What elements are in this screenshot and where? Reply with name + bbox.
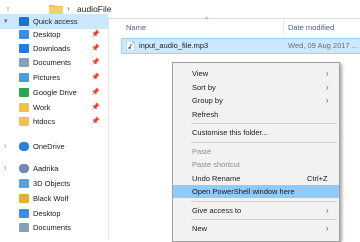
submenu-arrow-icon: › [326, 82, 329, 92]
menu-item-new[interactable]: New › [173, 222, 339, 235]
nav-item-desktop[interactable]: Desktop 📌 [0, 27, 108, 42]
folder-icon [19, 117, 29, 126]
submenu-arrow-icon: › [326, 96, 329, 105]
nav-item-desktop[interactable]: Desktop [0, 206, 108, 221]
submenu-arrow-icon: › [326, 205, 329, 215]
pin-icon: 📌 [91, 89, 100, 96]
menu-item-label: Group by [192, 96, 223, 105]
column-divider[interactable] [283, 21, 284, 34]
pin-icon: 📌 [91, 104, 100, 111]
column-header-bar: ^ Name Date modified [116, 17, 360, 37]
menu-item-give-access-to[interactable]: Give access to › [173, 204, 339, 217]
nav-item-label: Desktop [33, 209, 61, 218]
menu-separator [191, 123, 337, 124]
menu-item-label: Open PowerShell window here [192, 187, 295, 196]
nav-item-aadrika[interactable]: › Aadrika [0, 161, 108, 176]
menu-item-label: Refresh [192, 109, 219, 119]
menu-separator [191, 141, 337, 143]
nav-item-label: 3D Objects [33, 179, 71, 188]
file-name: input_audio_file.mp3 [139, 41, 209, 50]
folder-icon [49, 5, 63, 14]
chevron-icon[interactable]: › [4, 161, 6, 176]
menu-item-group-by[interactable]: Group by › [173, 94, 339, 107]
nav-item-onedrive[interactable]: › OneDrive [0, 139, 108, 154]
nav-item-3d-objects[interactable]: 3D Objects [0, 176, 108, 191]
menu-item-label: Sort by [192, 82, 216, 92]
nav-item-label: Black Wolf [33, 194, 69, 203]
star-icon [19, 17, 29, 26]
nav-item-google-drive[interactable]: Google Drive 📌 [0, 85, 108, 100]
menu-item-label: Undo Rename [192, 173, 241, 183]
nav-item-label: OneDrive [33, 142, 65, 151]
menu-item-open-powershell-window-here[interactable]: Open PowerShell window here [173, 185, 339, 198]
desktop-folder-icon [19, 209, 29, 218]
menu-item-undo-rename[interactable]: Undo Rename Ctrl+Z [173, 172, 339, 185]
menu-item-shortcut: Ctrl+Z [307, 173, 328, 183]
nav-item-pictures[interactable]: Pictures 📌 [0, 70, 108, 85]
nav-item-downloads[interactable]: Downloads 📌 [0, 41, 108, 56]
menu-separator [191, 200, 337, 202]
nav-item-documents[interactable]: Documents [0, 220, 108, 235]
nav-item-label: Desktop [33, 30, 61, 39]
nav-item-label: Downloads [33, 44, 71, 53]
menu-item-sort-by[interactable]: Sort by › [173, 81, 339, 94]
menu-item-label: View [192, 69, 209, 78]
pin-icon: 📌 [91, 118, 100, 125]
3d-objects-icon [19, 179, 29, 188]
pin-icon: 📌 [91, 74, 100, 81]
documents-icon [19, 58, 29, 67]
nav-item-label: Pictures [33, 73, 61, 82]
file-date-modified: Wed, 09 Aug 2017 ... [288, 41, 358, 50]
nav-item-label: Google Drive [33, 88, 77, 97]
nav-item-work[interactable]: Work 📌 [0, 100, 108, 115]
pin-icon: 📌 [91, 31, 100, 38]
menu-item-view[interactable]: View › [173, 67, 339, 80]
menu-item-label: Paste shortcut [192, 160, 240, 169]
google-drive-icon [19, 88, 29, 97]
nav-item-label: Documents [33, 58, 71, 67]
menu-item-label: Paste [192, 146, 212, 156]
nav-item-label: Work [33, 103, 51, 112]
menu-item-refresh[interactable]: Refresh [173, 108, 339, 121]
submenu-arrow-icon: › [326, 224, 329, 233]
folder-icon [19, 103, 29, 112]
nav-item-documents[interactable]: Documents 📌 [0, 55, 108, 70]
submenu-arrow-icon: › [326, 69, 329, 78]
context-menu[interactable]: View › Sort by › Group by › Refresh Customise t… [172, 62, 340, 242]
desktop-folder-icon [19, 30, 29, 39]
menu-item-customise-this-folder[interactable]: Customise this folder... [173, 126, 339, 139]
audio-file-icon [126, 41, 135, 51]
documents-icon [19, 223, 29, 232]
column-header-date-modified[interactable]: Date modified [288, 23, 334, 32]
folder-icon [19, 194, 29, 203]
file-row[interactable]: input_audio_file.mp3 Wed, 09 Aug 2017 ..… [121, 38, 360, 54]
pin-icon: 📌 [91, 59, 100, 66]
menu-item-label: Give access to [192, 205, 242, 215]
menu-item-paste-shortcut: Paste shortcut [173, 158, 339, 171]
pin-icon: 📌 [91, 45, 100, 52]
column-header-name[interactable]: Name [126, 23, 146, 32]
nav-item-label: htdocs [33, 117, 56, 126]
navigation-pane[interactable]: ▾ Quick access Desktop 📌 Downloads 📌 Documents… [0, 14, 109, 240]
nav-item-black-wolf[interactable]: Black Wolf [0, 191, 108, 206]
chevron-icon[interactable]: › [4, 139, 6, 154]
sort-indicator-icon: ^ [205, 17, 209, 24]
user-icon [19, 164, 29, 173]
menu-item-paste: Paste [173, 145, 339, 158]
nav-item-label: Aadrika [33, 164, 59, 173]
cloud-icon [19, 142, 29, 151]
pictures-icon [19, 73, 29, 82]
menu-item-label: New [192, 224, 208, 233]
nav-item-htdocs[interactable]: htdocs 📌 [0, 114, 108, 129]
menu-item-label: Customise this folder... [192, 128, 268, 137]
menu-separator [191, 219, 337, 220]
nav-item-label: Documents [33, 223, 71, 232]
downloads-icon [19, 44, 29, 53]
